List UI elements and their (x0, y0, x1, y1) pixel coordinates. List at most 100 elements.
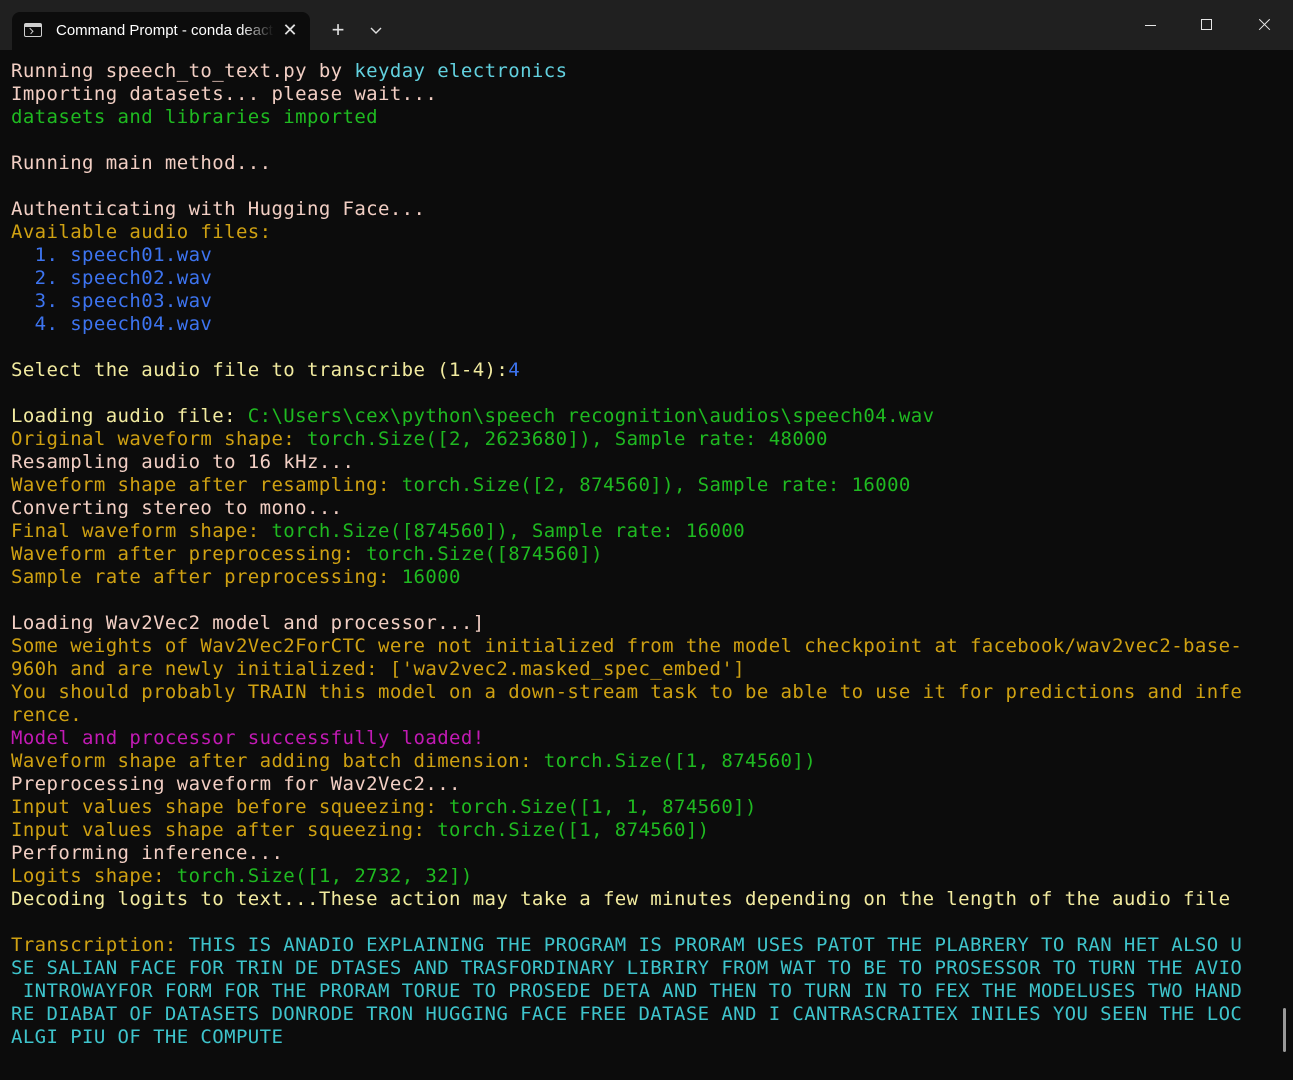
close-window-button[interactable] (1235, 0, 1293, 50)
terminal-line: Original waveform shape: torch.Size([2, … (11, 428, 1273, 451)
vertical-scrollbar[interactable] (1283, 1008, 1286, 1052)
terminal-text: torch.Size([2, 2623680]), Sample rate: 4… (306, 428, 828, 450)
terminal-text: Running speech_to_text.py by (11, 60, 355, 82)
terminal-text: 960h and are newly initialized: ['wav2ve… (11, 658, 746, 680)
terminal-line: Input values shape after squeezing: torc… (11, 819, 1273, 842)
terminal-text: SE SALIAN FACE FOR TRIN DE DTASES AND TR… (11, 957, 1243, 979)
terminal-text: ALGI PIU OF THE COMPUTE (11, 1026, 284, 1048)
terminal-text: Waveform after preprocessing: (11, 543, 367, 565)
terminal-text: Some weights of Wav2Vec2ForCTC were not … (11, 635, 1243, 657)
terminal-text: torch.Size([874560]), Sample rate: 16000 (271, 520, 746, 542)
terminal-line: 1. speech01.wav (11, 244, 1273, 267)
terminal-text: 2. speech02.wav (11, 267, 213, 289)
terminal-line: Authenticating with Hugging Face... (11, 198, 1273, 221)
terminal-text: Logits shape: (11, 865, 177, 887)
terminal-text: Waveform shape after adding batch dimens… (11, 750, 544, 772)
terminal-line: Waveform shape after resampling: torch.S… (11, 474, 1273, 497)
terminal-line: Loading Wav2Vec2 model and processor...] (11, 612, 1273, 635)
terminal-text: Original waveform shape: (11, 428, 307, 450)
terminal-text: torch.Size([1, 874560]) (543, 750, 817, 772)
terminal-line: Available audio files: (11, 221, 1273, 244)
terminal-text: Waveform shape after resampling: (11, 474, 402, 496)
terminal-line: 2. speech02.wav (11, 267, 1273, 290)
terminal-line: rence. (11, 704, 1273, 727)
terminal-text: Performing inference... (11, 842, 284, 864)
terminal-line: Sample rate after preprocessing: 16000 (11, 566, 1273, 589)
terminal-text: Importing datasets... please wait... (11, 83, 438, 105)
terminal-text: torch.Size([1, 874560]) (437, 819, 710, 841)
terminal-text: 1. speech01.wav (11, 244, 213, 266)
terminal-line: 960h and are newly initialized: ['wav2ve… (11, 658, 1273, 681)
terminal-text: Available audio files: (11, 221, 272, 243)
terminal-line: Transcription: THIS IS ANADIO EXPLAINING… (11, 934, 1273, 957)
terminal-text: rence. (11, 704, 83, 726)
terminal-text: Decoding logits to text...These action m… (11, 888, 1231, 910)
terminal-text: Authenticating with Hugging Face... (11, 198, 426, 220)
terminal-text: torch.Size([874560]) (366, 543, 603, 565)
terminal-text: RE DIABAT OF DATASETS DONRODE TRON HUGGI… (11, 1003, 1243, 1025)
terminal-line: 3. speech03.wav (11, 290, 1273, 313)
terminal-line: Logits shape: torch.Size([1, 2732, 32]) (11, 865, 1273, 888)
terminal-text: Resampling audio to 16 kHz... (11, 451, 355, 473)
terminal-icon (24, 23, 42, 37)
terminal-line: Model and processor successfully loaded! (11, 727, 1273, 750)
terminal-output[interactable]: Running speech_to_text.py by keyday elec… (11, 60, 1273, 1070)
terminal-text: datasets and libraries imported (11, 106, 379, 128)
terminal-line: Select the audio file to transcribe (1-4… (11, 359, 1273, 382)
terminal-text: 3. speech03.wav (11, 290, 213, 312)
terminal-text: Sample rate after preprocessing: (11, 566, 402, 588)
terminal-line: Input values shape before squeezing: tor… (11, 796, 1273, 819)
terminal-line: Running speech_to_text.py by keyday elec… (11, 60, 1273, 83)
close-tab-icon[interactable]: ✕ (278, 19, 302, 43)
tab-command-prompt[interactable]: Command Prompt - conda deactivate ✕ (12, 12, 310, 50)
terminal-text: 4 (508, 359, 521, 381)
new-tab-button[interactable]: + (324, 16, 352, 44)
terminal-line: Decoding logits to text...These action m… (11, 888, 1273, 911)
terminal-text: INTROWAYFOR FORM FOR THE PRORAM TORUE TO… (11, 980, 1243, 1002)
terminal-line: ALGI PIU OF THE COMPUTE (11, 1026, 1273, 1049)
terminal-text: Converting stereo to mono... (11, 497, 343, 519)
terminal-text: Select the audio file to transcribe (1-4… (11, 359, 509, 381)
terminal-text: Preprocessing waveform for Wav2Vec2... (11, 773, 461, 795)
terminal-line: Some weights of Wav2Vec2ForCTC were not … (11, 635, 1273, 658)
terminal-line: Performing inference... (11, 842, 1273, 865)
terminal-text: keyday electronics (354, 60, 568, 82)
terminal-text: Loading audio file: (11, 405, 248, 427)
terminal-line: datasets and libraries imported (11, 106, 1273, 129)
terminal-line: Importing datasets... please wait... (11, 83, 1273, 106)
terminal-text: Running main method... (11, 152, 272, 174)
title-bar: Command Prompt - conda deactivate ✕ + (0, 0, 1293, 50)
terminal-line: Preprocessing waveform for Wav2Vec2... (11, 773, 1273, 796)
terminal-line: Final waveform shape: torch.Size([874560… (11, 520, 1273, 543)
terminal-text: THIS IS ANADIO EXPLAINING THE PROGRAM IS… (188, 934, 1243, 956)
terminal-text: C:\Users\cex\python\speech recognition\a… (247, 405, 935, 427)
terminal-line: You should probably TRAIN this model on … (11, 681, 1273, 704)
tab-title: Command Prompt - conda deactivate (56, 22, 274, 39)
minimize-button[interactable] (1121, 0, 1179, 50)
maximize-button[interactable] (1178, 0, 1236, 50)
terminal-line: Waveform after preprocessing: torch.Size… (11, 543, 1273, 566)
terminal-line: 4. speech04.wav (11, 313, 1273, 336)
terminal-text: 16000 (401, 566, 461, 588)
terminal-text: torch.Size([1, 1, 874560]) (449, 796, 757, 818)
terminal-line: RE DIABAT OF DATASETS DONRODE TRON HUGGI… (11, 1003, 1273, 1026)
terminal-line: SE SALIAN FACE FOR TRIN DE DTASES AND TR… (11, 957, 1273, 980)
terminal-line: INTROWAYFOR FORM FOR THE PRORAM TORUE TO… (11, 980, 1273, 1003)
terminal-text: Loading Wav2Vec2 model and processor...] (11, 612, 485, 634)
terminal-text: You should probably TRAIN this model on … (11, 681, 1243, 703)
terminal-line: Loading audio file: C:\Users\cex\python\… (11, 405, 1273, 428)
tab-dropdown-button[interactable] (362, 16, 390, 44)
terminal-text: torch.Size([2, 874560]), Sample rate: 16… (401, 474, 911, 496)
terminal-text: Final waveform shape: (11, 520, 272, 542)
terminal-text: Input values shape before squeezing: (11, 796, 450, 818)
terminal-text: Model and processor successfully loaded! (11, 727, 485, 749)
terminal-line: Resampling audio to 16 kHz... (11, 451, 1273, 474)
terminal-text: Input values shape after squeezing: (11, 819, 438, 841)
terminal-line: Converting stereo to mono... (11, 497, 1273, 520)
